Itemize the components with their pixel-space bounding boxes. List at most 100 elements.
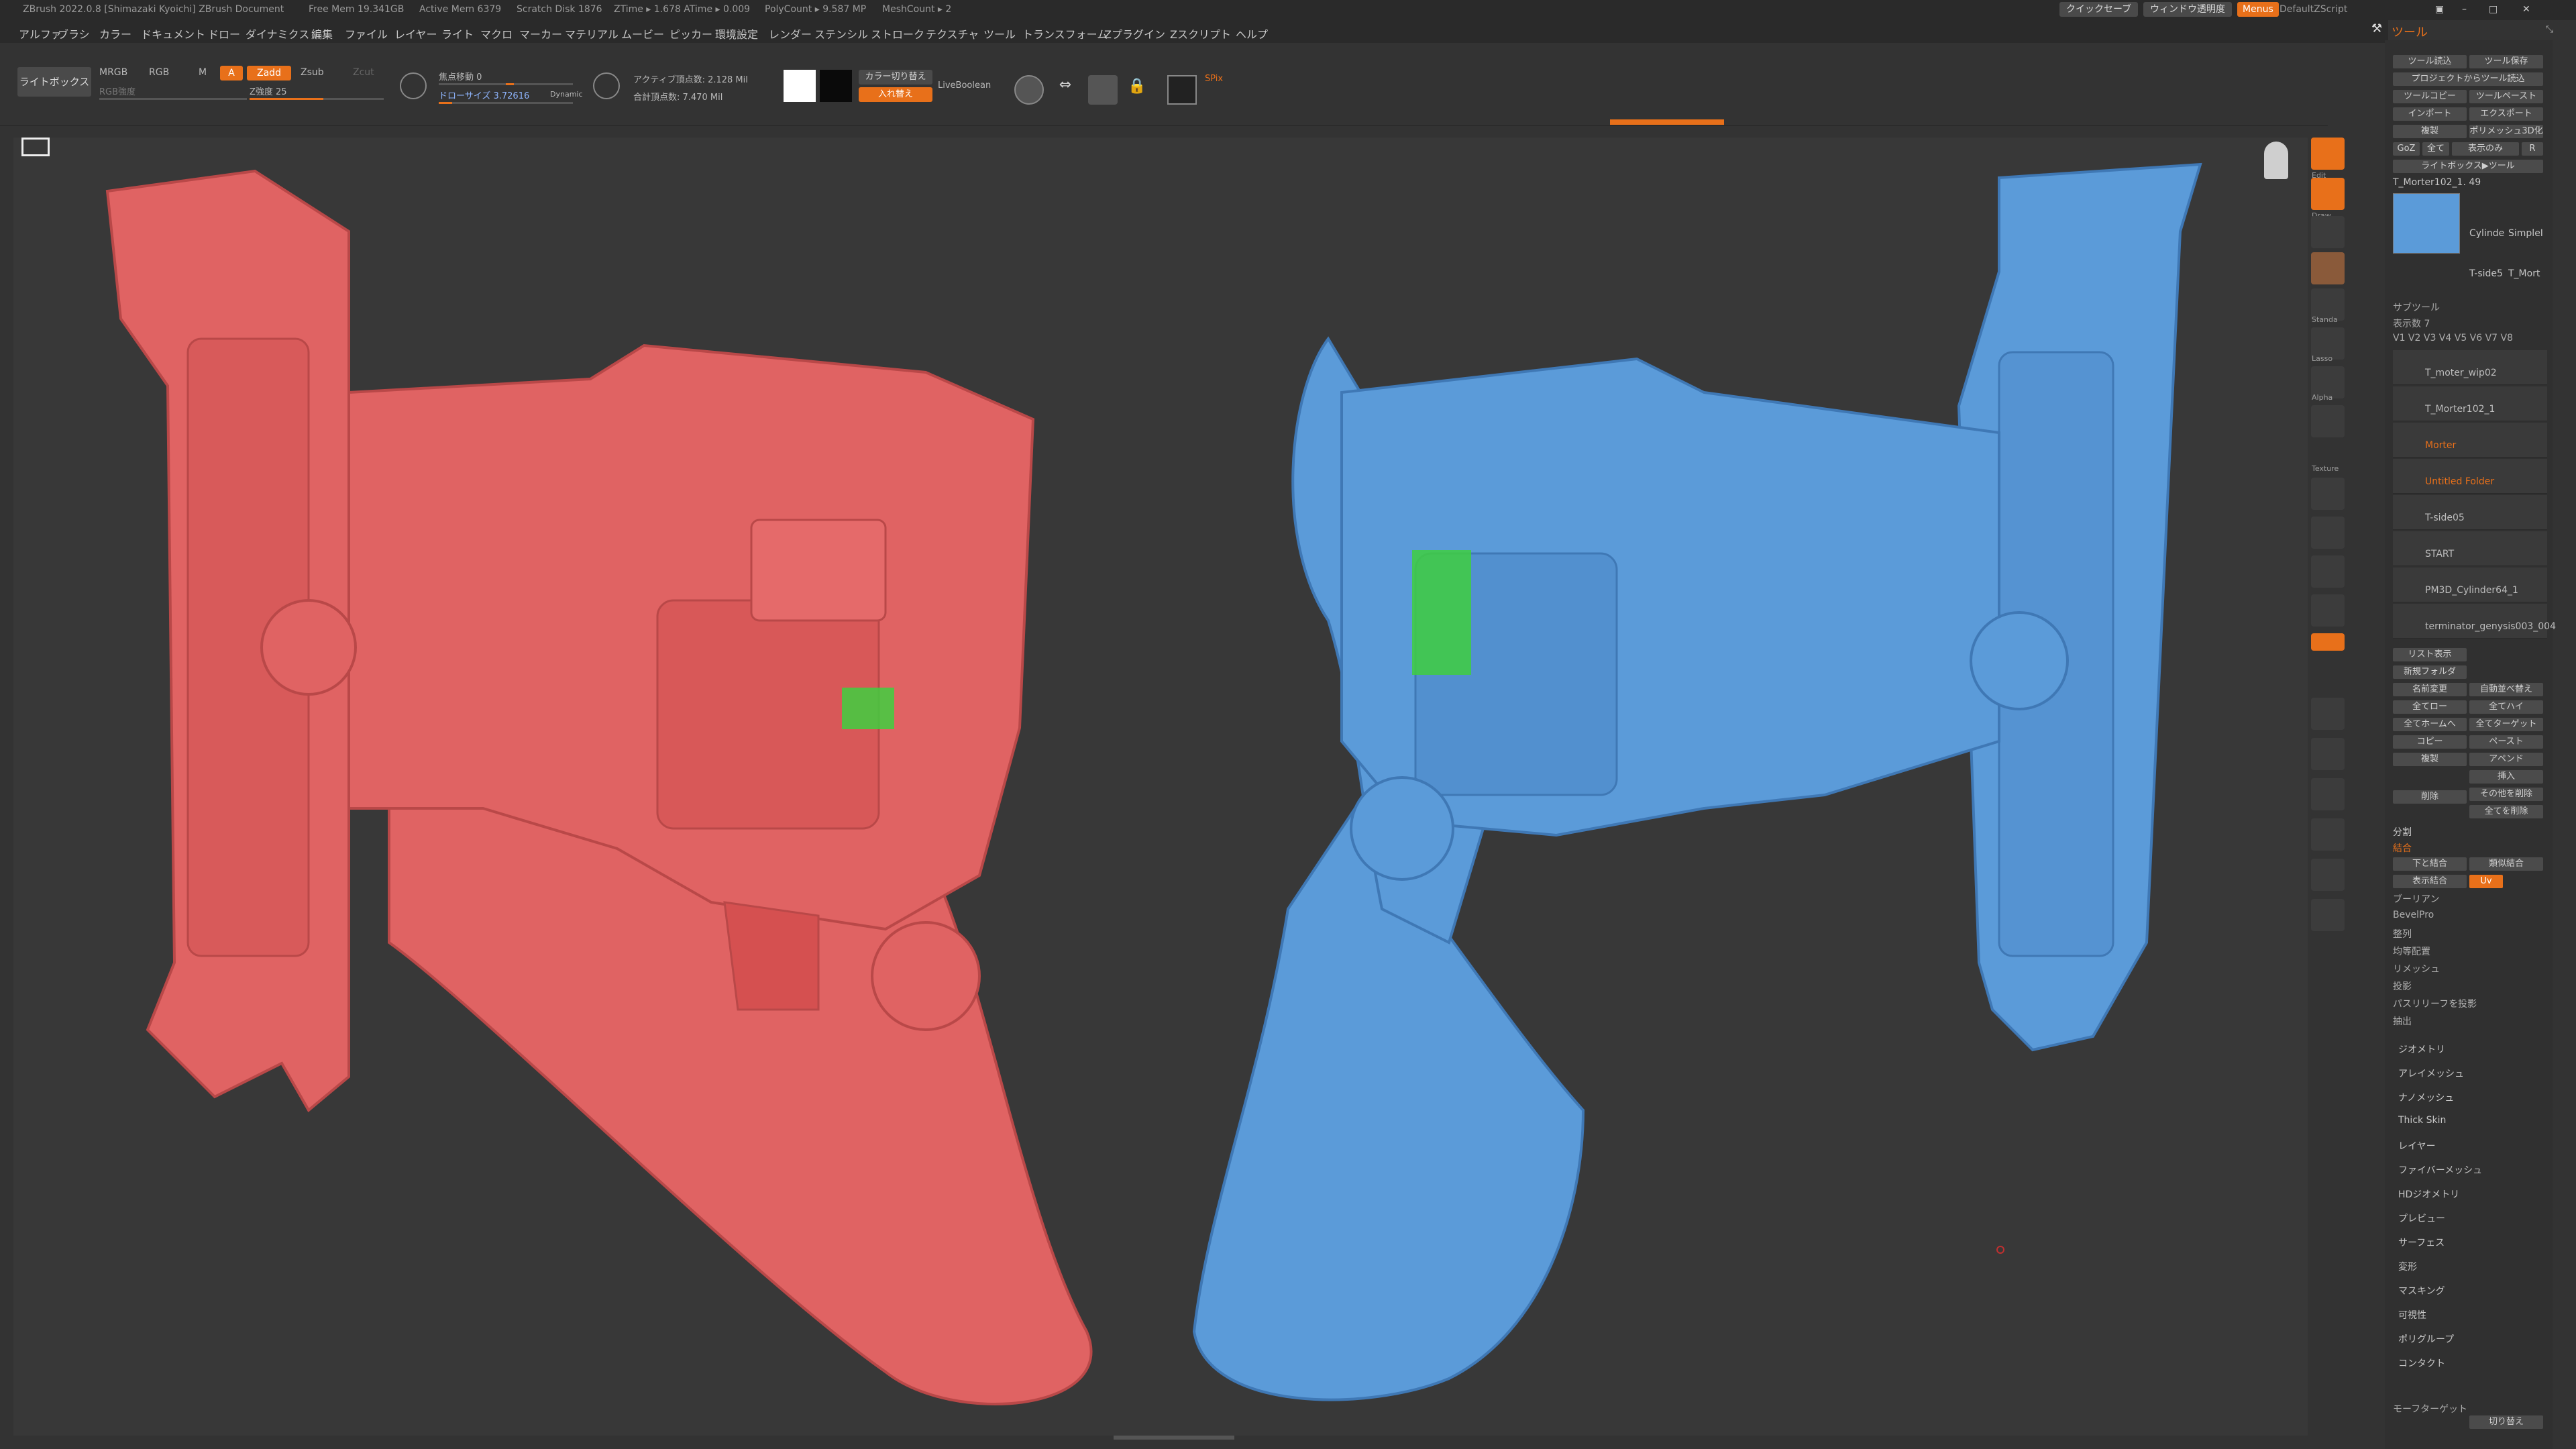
menu-item-13[interactable]: ムービー: [621, 25, 664, 42]
menu-item-0[interactable]: アルファ: [19, 25, 62, 42]
tool-submenu-10[interactable]: マスキング: [2398, 1284, 2445, 1297]
thumb-morter-label[interactable]: T_Mort: [2508, 268, 2540, 279]
head-gizmo-icon[interactable]: [2264, 142, 2288, 179]
r-button[interactable]: R: [2522, 142, 2543, 156]
subtool-name[interactable]: Untitled Folder: [2425, 476, 2494, 487]
gyro-button[interactable]: [2311, 594, 2345, 627]
subtool-section-4[interactable]: リメッシュ: [2393, 962, 2440, 975]
current-tool-thumbnail[interactable]: [2393, 193, 2460, 254]
menu-item-8[interactable]: レイヤー: [394, 25, 437, 42]
rgb-toggle[interactable]: RGB: [149, 67, 169, 78]
lightbox-button[interactable]: ライトボックス: [17, 67, 91, 97]
insert-button[interactable]: 挿入: [2469, 770, 2543, 784]
subtool-section-6[interactable]: パスリリーフを投影: [2393, 997, 2477, 1010]
menu-item-7[interactable]: ファイル: [345, 25, 388, 42]
draw-size-track[interactable]: [439, 102, 573, 104]
menu-item-23[interactable]: Zスクリプト: [1170, 25, 1231, 42]
tool-submenu-12[interactable]: ポリグループ: [2398, 1332, 2454, 1346]
quicksave-button[interactable]: クイックセーブ: [2059, 2, 2139, 17]
menu-item-20[interactable]: ツール: [983, 25, 1016, 42]
switch-button[interactable]: 切り替え: [2469, 1415, 2543, 1429]
subtool-row[interactable]: [2393, 531, 2547, 566]
lightbox-tool-button[interactable]: ライトボックス▶ツール: [2393, 160, 2543, 173]
tool-submenu-8[interactable]: サーフェス: [2398, 1236, 2445, 1249]
tool-load-button[interactable]: ツール読込: [2393, 55, 2467, 68]
menu-item-6[interactable]: 編集: [311, 25, 333, 42]
maximize-icon[interactable]: □: [2489, 4, 2498, 15]
menu-item-21[interactable]: トランスフォーム: [1022, 25, 1108, 42]
import-button[interactable]: インポート: [2393, 107, 2467, 121]
menu-item-10[interactable]: マクロ: [480, 25, 513, 42]
edit-tool-button[interactable]: [2311, 138, 2345, 170]
material-icon[interactable]: [1167, 75, 1197, 105]
subtool-name[interactable]: T-side05: [2425, 513, 2465, 523]
versions-label[interactable]: V1 V2 V3 V4 V5 V6 V7 V8: [2393, 333, 2513, 343]
rgb-intensity-slider[interactable]: RGB強度: [99, 85, 136, 97]
menu-item-9[interactable]: ライト: [441, 25, 474, 42]
draw-size-slider[interactable]: ドローサイズ 3.72616: [439, 89, 529, 101]
tool-submenu-7[interactable]: プレビュー: [2398, 1212, 2445, 1225]
subtool-section-7[interactable]: 抽出: [2393, 1014, 2412, 1028]
bottom-scroll-handle[interactable]: [1114, 1436, 1234, 1440]
polymesh-button[interactable]: ポリメッシュ3D化: [2469, 125, 2543, 138]
tool-submenu-3[interactable]: Thick Skin: [2398, 1115, 2446, 1126]
scale-view-button[interactable]: [2311, 778, 2345, 810]
sculptris-icon[interactable]: [400, 72, 427, 99]
floor-button[interactable]: [2311, 517, 2345, 549]
spix-slider[interactable]: SPix: [1205, 74, 1223, 84]
move-tool-button[interactable]: [2311, 216, 2345, 248]
subtool-name[interactable]: T_Morter102_1: [2425, 404, 2495, 415]
menu-item-4[interactable]: ドロー: [208, 25, 240, 42]
subtool-row[interactable]: [2393, 423, 2547, 458]
menu-item-11[interactable]: マーカー: [519, 25, 562, 42]
menu-item-18[interactable]: ストローク: [871, 25, 924, 42]
menu-item-14[interactable]: ピッカー: [669, 25, 712, 42]
subtool-section-0[interactable]: ブーリアン: [2393, 892, 2439, 906]
menu-item-19[interactable]: テクスチャ: [926, 25, 979, 42]
tool-submenu-11[interactable]: 可視性: [2398, 1308, 2426, 1322]
thumb-simple-label[interactable]: SimpleI: [2508, 228, 2543, 239]
all-button[interactable]: 全て: [2422, 142, 2449, 156]
minimize-icon[interactable]: –: [2462, 4, 2467, 15]
subtool-section-5[interactable]: 投影: [2393, 979, 2412, 993]
tool-submenu-13[interactable]: コンタクト: [2398, 1356, 2445, 1370]
thumb-tside-label[interactable]: T-side5: [2469, 268, 2503, 279]
draw-pf-icon[interactable]: [1088, 75, 1118, 105]
duplicate-button[interactable]: 複製: [2393, 753, 2467, 766]
tool-submenu-6[interactable]: HDジオメトリ: [2398, 1187, 2459, 1201]
swap-button[interactable]: 入れ替え: [859, 87, 932, 102]
window-layout-icon[interactable]: ▣: [2435, 4, 2444, 15]
thumb-cylinder-label[interactable]: Cylinde: [2469, 228, 2504, 239]
rename-button[interactable]: 名前変更: [2393, 683, 2467, 696]
menu-item-22[interactable]: Zプラグイン: [1104, 25, 1165, 42]
split-section[interactable]: 分割: [2393, 825, 2412, 839]
tool-paste-button[interactable]: ツールペースト: [2469, 90, 2543, 103]
transp-button[interactable]: [2311, 899, 2345, 931]
focal-shift-slider[interactable]: 焦点移動 0: [439, 70, 482, 83]
move-view-button[interactable]: [2311, 738, 2345, 770]
subtool-section-1[interactable]: BevelPro: [2393, 910, 2434, 920]
transparency-button[interactable]: ウィンドウ透明度: [2143, 2, 2232, 17]
new-folder-button[interactable]: 新規フォルダ: [2393, 665, 2467, 679]
merge-visible-button[interactable]: 表示結合: [2393, 875, 2467, 888]
rgb-intensity-track[interactable]: [99, 98, 247, 100]
subtool-name[interactable]: T_moter_wip02: [2425, 368, 2497, 378]
morph-target-label[interactable]: モーフターゲット: [2393, 1402, 2467, 1415]
tool-submenu-0[interactable]: ジオメトリ: [2398, 1042, 2445, 1056]
local-button[interactable]: [2311, 555, 2345, 588]
color-switch-button[interactable]: カラー切り替え: [859, 70, 932, 85]
tool-submenu-9[interactable]: 変形: [2398, 1260, 2417, 1273]
menu-item-24[interactable]: ヘルプ: [1236, 25, 1268, 42]
all-high-button[interactable]: 全てハイ: [2469, 700, 2543, 714]
symmetry-icon[interactable]: ⇔: [1052, 76, 1079, 103]
menu-item-12[interactable]: マテリアル: [565, 25, 619, 42]
z-intensity-track[interactable]: [250, 98, 384, 100]
delete-other-button[interactable]: その他を削除: [2469, 788, 2543, 801]
a-toggle[interactable]: A: [220, 66, 243, 80]
polyf-button[interactable]: [2311, 859, 2345, 891]
lock-icon[interactable]: 🔒: [1126, 78, 1148, 101]
focal-shift-track[interactable]: [439, 83, 573, 85]
brush-thumb-button[interactable]: [2311, 252, 2345, 284]
subtool-name[interactable]: PM3D_Cylinder64_1: [2425, 585, 2518, 596]
dynamic-toggle[interactable]: Dynamic: [550, 90, 583, 99]
